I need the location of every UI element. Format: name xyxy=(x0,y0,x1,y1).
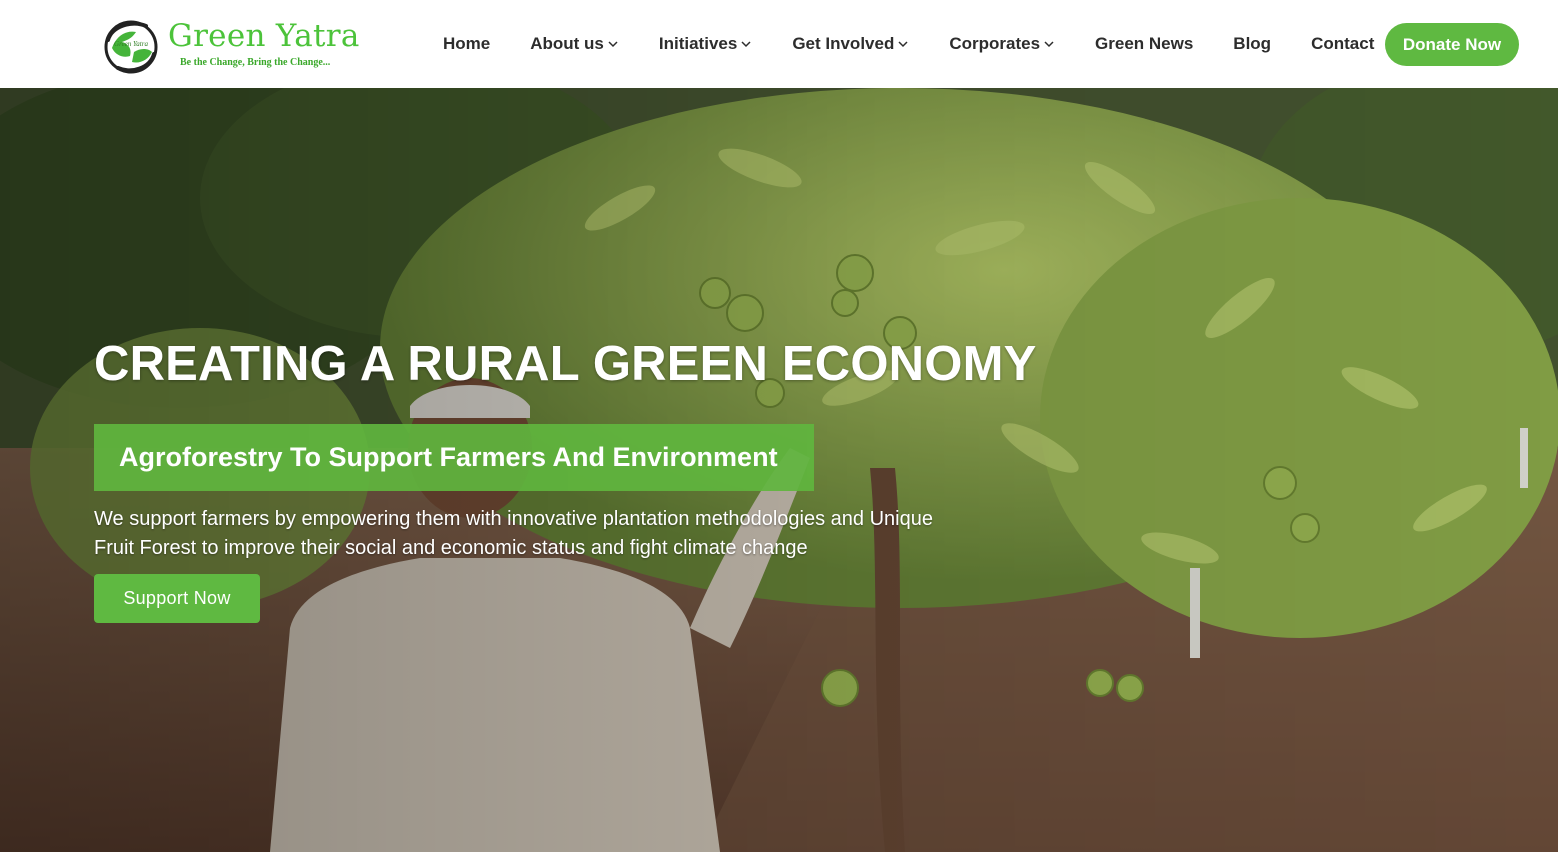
nav-initiatives[interactable]: Initiatives xyxy=(659,34,752,54)
nav-green-news[interactable]: Green News xyxy=(1095,34,1193,54)
nav-get-involved[interactable]: Get Involved xyxy=(792,34,909,54)
nav-corporates[interactable]: Corporates xyxy=(949,34,1055,54)
site-logo[interactable]: Green Yatra Green Yatra Be the Change, B… xyxy=(102,14,359,80)
nav-corporates-label: Corporates xyxy=(949,34,1041,53)
nav-get-involved-label: Get Involved xyxy=(792,34,895,53)
chevron-down-icon xyxy=(607,38,619,50)
nav-about-us-label: About us xyxy=(530,34,604,53)
donate-now-button[interactable]: Donate Now xyxy=(1385,23,1519,66)
chevron-down-icon xyxy=(897,38,909,50)
nav-home[interactable]: Home xyxy=(443,34,490,54)
hero-section: CREATING A RURAL GREEN ECONOMY Agrofores… xyxy=(0,88,1558,852)
hero-subtitle: Agroforestry To Support Farmers And Envi… xyxy=(119,442,778,472)
nav-green-news-label: Green News xyxy=(1095,34,1194,53)
hero-subtitle-banner: Agroforestry To Support Farmers And Envi… xyxy=(94,424,814,491)
hero-title: CREATING A RURAL GREEN ECONOMY xyxy=(94,337,1037,391)
chevron-down-icon xyxy=(1043,38,1055,50)
nav-initiatives-label: Initiatives xyxy=(658,34,738,53)
nav-blog[interactable]: Blog xyxy=(1233,34,1271,54)
site-header: Green Yatra Green Yatra Be the Change, B… xyxy=(0,0,1558,88)
support-now-button[interactable]: Support Now xyxy=(94,574,260,623)
nav-about-us[interactable]: About us xyxy=(530,34,619,54)
brand-tagline: Be the Change, Bring the Change... xyxy=(180,57,331,68)
nav-home-label: Home xyxy=(443,34,491,53)
nav-contact[interactable]: Contact xyxy=(1311,34,1374,54)
logo-mark-text: Green Yatra xyxy=(114,40,148,48)
main-nav: Home About us Initiatives Get Involved C… xyxy=(443,22,1414,66)
chevron-down-icon xyxy=(740,38,752,50)
globe-leaf-icon: Green Yatra xyxy=(104,20,158,74)
nav-contact-label: Contact xyxy=(1311,34,1375,53)
hero-description: We support farmers by empowering them wi… xyxy=(94,508,933,559)
nav-blog-label: Blog xyxy=(1233,34,1272,53)
brand-name: Green Yatra xyxy=(168,18,360,54)
